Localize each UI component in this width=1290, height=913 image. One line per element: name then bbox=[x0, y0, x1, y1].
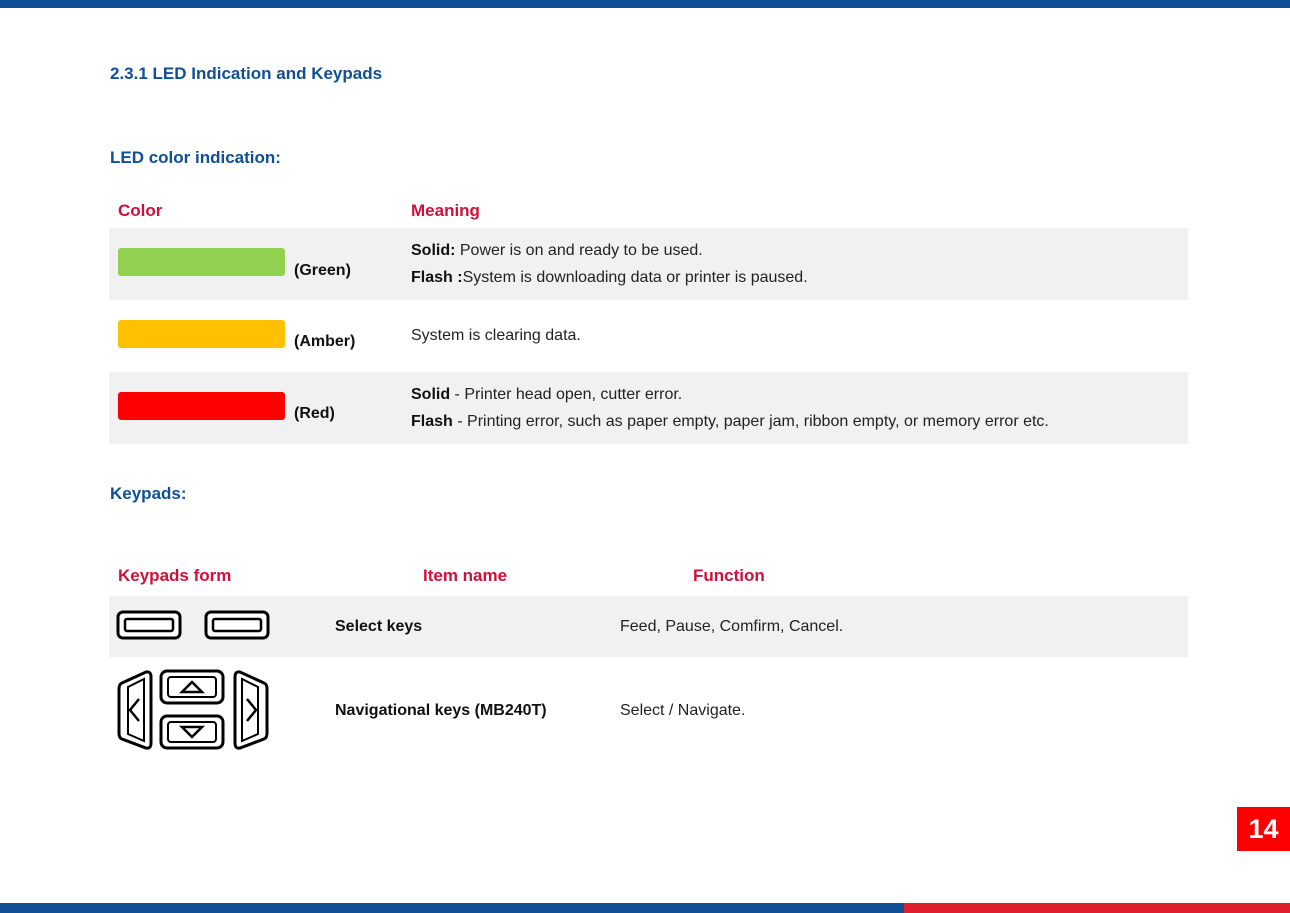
led-col-meaning: Meaning bbox=[411, 201, 480, 220]
led-heading: LED color indication: bbox=[110, 148, 281, 167]
led-meaning-bold: Solid bbox=[411, 386, 451, 403]
keypad-function-navigation: Select / Navigate. bbox=[620, 702, 746, 719]
led-meaning-bold: Solid: bbox=[411, 242, 456, 259]
page-number: 14 bbox=[1237, 807, 1290, 851]
led-meaning-green-line1: Solid: Power is on and ready to be used. bbox=[411, 242, 703, 260]
led-meaning-text: - Printing error, such as paper empty, p… bbox=[452, 413, 1049, 430]
green-led-swatch bbox=[118, 248, 285, 276]
amber-led-swatch bbox=[118, 320, 285, 348]
led-meaning-green-line2: Flash :System is downloading data or pri… bbox=[411, 269, 808, 287]
top-bar bbox=[0, 0, 1290, 8]
keypads-col-form: Keypads form bbox=[118, 566, 232, 585]
keypads-col-function: Function bbox=[693, 566, 765, 585]
led-label-green: (Green) bbox=[294, 262, 351, 279]
led-meaning-bold: Flash bbox=[411, 413, 453, 430]
navigation-keys-icon bbox=[117, 669, 269, 750]
bottom-bar-blue bbox=[0, 903, 904, 913]
keypad-item-select: Select keys bbox=[335, 618, 423, 635]
keypad-item-navigation: Navigational keys (MB240T) bbox=[335, 702, 547, 719]
led-meaning-amber: System is clearing data. bbox=[411, 327, 581, 344]
led-meaning-red-line2: Flash - Printing error, such as paper em… bbox=[411, 413, 1049, 431]
led-meaning-red-line1: Solid - Printer head open, cutter error. bbox=[411, 386, 682, 404]
led-meaning-text: - Printer head open, cutter error. bbox=[450, 386, 683, 403]
keypads-heading: Keypads: bbox=[110, 484, 187, 503]
led-label-amber: (Amber) bbox=[294, 333, 356, 350]
select-keys-icon bbox=[116, 610, 270, 640]
red-led-swatch bbox=[118, 392, 285, 420]
led-meaning-bold: Flash : bbox=[411, 269, 463, 286]
led-meaning-text: System is downloading data or printer is… bbox=[462, 269, 808, 286]
led-label-red: (Red) bbox=[294, 405, 335, 422]
keypad-function-select: Feed, Pause, Comfirm, Cancel. bbox=[620, 618, 844, 635]
led-meaning-text: Power is on and ready to be used. bbox=[455, 242, 703, 259]
keypads-col-item: Item name bbox=[423, 566, 508, 585]
section-title: 2.3.1 LED Indication and Keypads bbox=[110, 64, 383, 83]
bottom-bar-red bbox=[904, 903, 1290, 913]
led-col-color: Color bbox=[118, 201, 163, 220]
